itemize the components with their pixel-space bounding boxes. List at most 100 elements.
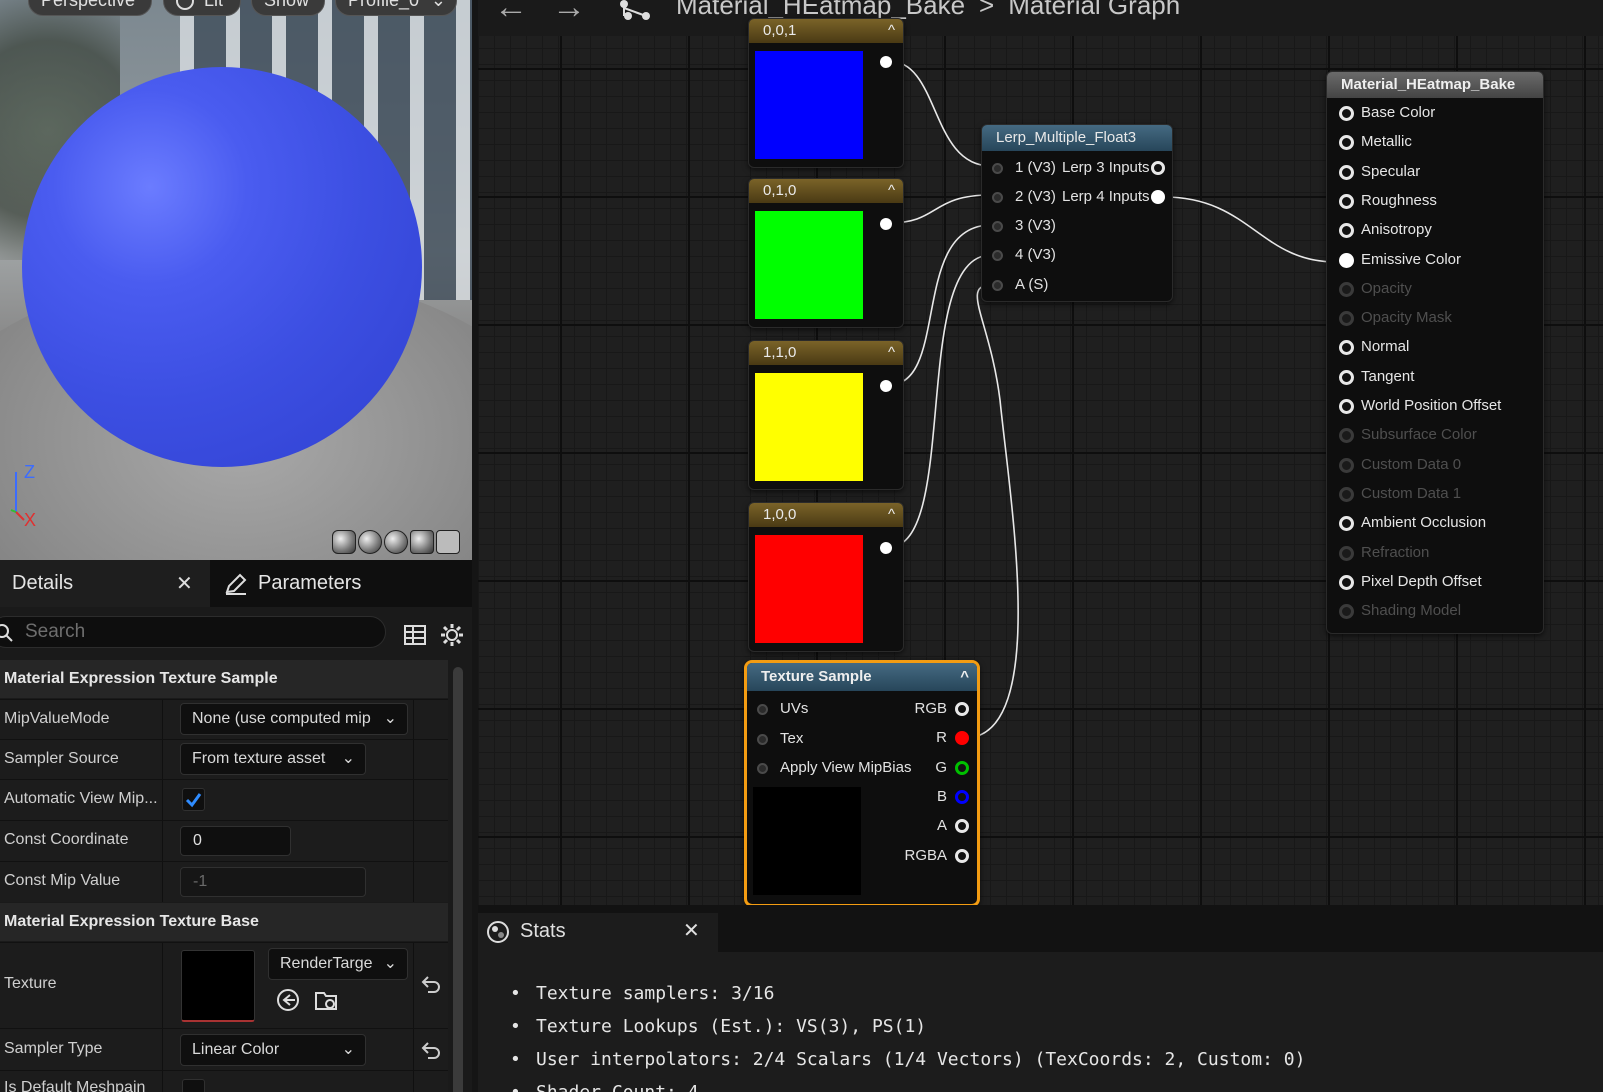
back-arrow-icon[interactable]: ← [494,0,528,27]
is-default-meshpaint-checkbox[interactable] [182,1079,205,1092]
input-pin[interactable] [757,763,768,774]
input-pin[interactable] [1339,252,1354,268]
section-texture-sample[interactable]: Material Expression Texture Sample [0,660,448,698]
close-icon[interactable]: ✕ [683,913,700,949]
tab-details[interactable]: Details ✕ [0,560,210,607]
plane-icon[interactable] [384,530,408,554]
texture-sample-node[interactable]: Texture Sample ^ UVs Tex Apply View MipBi… [744,660,980,907]
constant-node-yellow[interactable]: 1,1,0 ^ [748,340,904,490]
input-pin[interactable] [1339,281,1354,297]
use-selected-asset-icon[interactable] [276,988,300,1012]
output-pin[interactable] [880,380,892,392]
lit-button[interactable]: Lit [163,0,241,16]
collapse-icon[interactable]: ^ [888,341,895,365]
browse-asset-icon[interactable] [314,987,340,1013]
profile-dropdown[interactable]: Profile_0 ⌄ [335,0,457,16]
teapot-icon[interactable] [436,530,460,554]
texture-output-row[interactable]: RGBA [879,845,969,867]
collapse-icon[interactable]: ^ [960,663,969,691]
input-pin[interactable] [1339,223,1354,239]
close-icon[interactable]: ✕ [176,571,193,596]
input-pin[interactable] [1339,340,1354,356]
search-input[interactable]: Search [0,616,386,648]
const-coordinate-input[interactable]: 0 [180,826,291,856]
output-pin[interactable] [955,819,969,834]
texture-sample-header[interactable]: Texture Sample ^ [747,663,977,691]
output-pin[interactable] [880,218,892,230]
perspective-button[interactable]: Perspective [28,0,152,16]
sampler-type-dropdown[interactable]: Linear Color ⌄ [180,1034,366,1066]
input-pin[interactable] [1339,545,1354,561]
lerp-node-header[interactable]: Lerp_Multiple_Float3 [982,125,1172,151]
input-pin[interactable] [1339,457,1354,473]
output-pin[interactable] [955,789,969,804]
texture-output-row[interactable]: RGB [879,698,969,720]
texture-output-row[interactable]: A [879,815,969,837]
cube-icon[interactable] [410,530,434,554]
texture-output-row[interactable]: R [879,727,969,749]
texture-output-row[interactable]: B [879,786,969,808]
input-pin[interactable] [1339,135,1354,151]
output-pin[interactable] [955,848,969,863]
breadcrumb-graph[interactable]: Material Graph [1008,0,1180,21]
lerp-input-2[interactable]: 2 (V3) Lerp 4 Inputs [992,186,1167,208]
input-pin[interactable] [992,250,1003,261]
input-pin[interactable] [1339,311,1354,327]
table-view-icon[interactable] [404,625,426,645]
texture-output-row[interactable]: G [879,757,969,779]
details-scrollbar[interactable] [453,667,463,1092]
material-result-node[interactable]: Material_HEatmap_Bake Base Color Metallic… [1326,71,1544,634]
texture-asset-dropdown[interactable]: RenderTarge ⌄ [268,948,408,980]
input-pin[interactable] [1339,604,1354,620]
input-pin[interactable] [992,280,1003,291]
output-pin[interactable] [880,56,892,68]
material-node-header[interactable]: Material_HEatmap_Bake [1327,72,1543,98]
constant-node-header[interactable]: 1,1,0 ^ [749,341,903,365]
texture-thumbnail[interactable] [181,950,255,1022]
output-pin[interactable] [955,702,969,716]
section-texture-base[interactable]: Material Expression Texture Base [0,903,448,941]
input-pin[interactable] [1339,106,1354,121]
show-button[interactable]: Show [251,0,325,16]
sphere-icon[interactable] [358,530,382,554]
input-pin[interactable] [992,192,1003,203]
input-pin[interactable] [757,734,768,745]
input-pin[interactable] [757,704,768,715]
output-pin[interactable] [1151,161,1165,175]
output-pin[interactable] [955,760,969,775]
automatic-view-mip-checkbox[interactable] [182,788,205,811]
collapse-icon[interactable]: ^ [888,179,895,203]
input-pin[interactable] [1339,399,1354,414]
tab-parameters[interactable]: Parameters [210,560,361,607]
input-pin[interactable] [992,221,1003,232]
mip-value-mode-dropdown[interactable]: None (use computed mip ⌄ [180,703,408,735]
material-preview-viewport[interactable]: Perspective Lit Show Profile_0 ⌄ Z X [0,0,472,560]
input-pin[interactable] [1339,428,1354,444]
input-pin[interactable] [1339,486,1354,502]
lerp-multiple-float3-node[interactable]: Lerp_Multiple_Float3 1 (V3) Lerp 3 Input… [981,124,1173,302]
input-pin[interactable] [992,163,1003,174]
collapse-icon[interactable]: ^ [888,503,895,527]
forward-arrow-icon[interactable]: → [552,0,586,27]
input-pin[interactable] [1339,369,1354,385]
output-pin[interactable] [955,731,969,746]
input-pin[interactable] [1339,164,1354,180]
constant-node-green[interactable]: 0,1,0 ^ [748,178,904,328]
cylinder-icon[interactable] [332,530,356,554]
constant-node-red[interactable]: 1,0,0 ^ [748,502,904,652]
constant-node-header[interactable]: 0,1,0 ^ [749,179,903,203]
tab-stats[interactable]: Stats ✕ [478,913,718,952]
sampler-source-dropdown[interactable]: From texture asset ⌄ [180,743,366,775]
output-pin[interactable] [1151,190,1165,204]
collapse-icon[interactable]: ^ [888,19,895,43]
constant-node-header[interactable]: 0,0,1 ^ [749,19,903,43]
constant-node-header[interactable]: 1,0,0 ^ [749,503,903,527]
output-pin[interactable] [880,542,892,554]
reset-to-default-icon[interactable] [420,1039,442,1061]
constant-node-blue[interactable]: 0,0,1 ^ [748,18,904,168]
input-pin[interactable] [1339,193,1354,209]
input-pin[interactable] [1339,574,1354,590]
gear-icon[interactable] [440,623,464,647]
reset-to-default-icon[interactable] [420,973,442,995]
input-pin[interactable] [1339,516,1354,532]
